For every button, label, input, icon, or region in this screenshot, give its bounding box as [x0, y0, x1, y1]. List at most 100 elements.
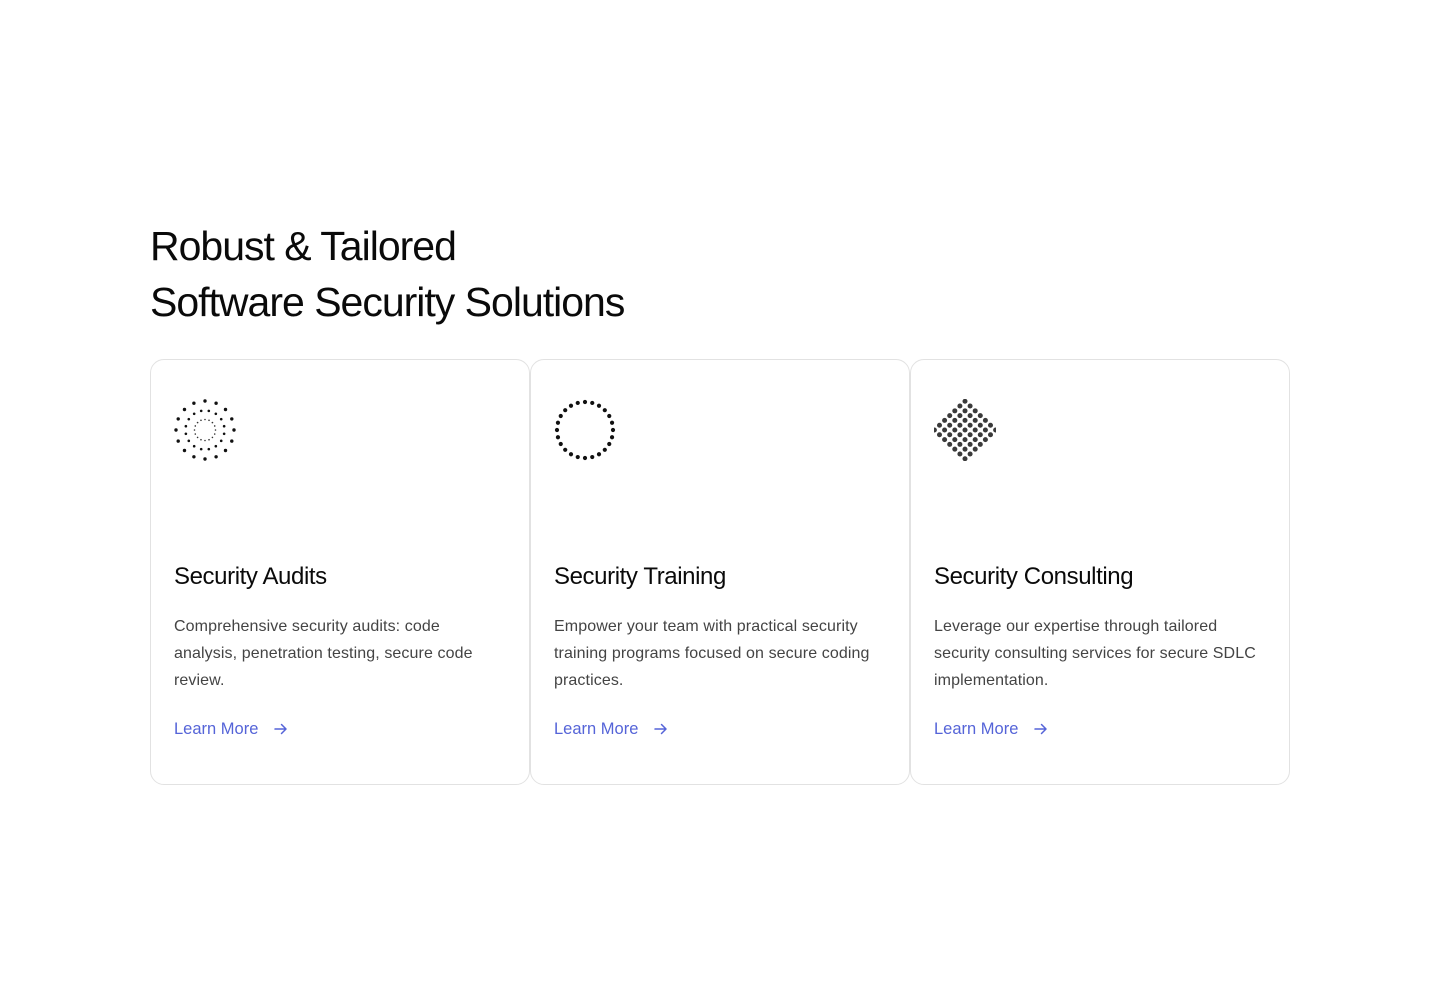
learn-more-link[interactable]: Learn More: [934, 717, 1049, 741]
icon-dot: [957, 413, 963, 419]
icon-dot: [207, 409, 211, 413]
card-title: Security Training: [554, 563, 726, 590]
icon-dot: [962, 437, 968, 443]
learn-more-label: Learn More: [174, 720, 259, 738]
icon-dot: [199, 447, 203, 451]
icon-dot: [194, 425, 197, 427]
icon-dot: [602, 447, 607, 452]
icon-dot: [174, 428, 178, 432]
arrow-right-icon: [274, 723, 288, 735]
icon-dot: [200, 419, 202, 422]
icon-dot: [957, 451, 963, 457]
icon-dot: [972, 417, 978, 423]
icon-dot: [952, 427, 958, 433]
icon-dot: [182, 448, 187, 453]
icon-dot: [575, 400, 580, 406]
icon-dot: [208, 438, 210, 441]
icon-dot: [555, 435, 561, 440]
icon-dot: [988, 422, 993, 428]
icon-dot: [962, 417, 968, 423]
icon-dot: [196, 436, 199, 439]
icon-dot: [207, 447, 211, 451]
icon-dot: [213, 425, 216, 427]
icon-dot: [942, 427, 948, 433]
icon-dot: [957, 403, 963, 409]
card-security-consulting: Security Consulting Leverage our experti…: [910, 359, 1290, 785]
heading-line-2: Software Security Solutions: [150, 279, 625, 325]
icon-dot: [982, 437, 988, 443]
icon-dot: [942, 437, 948, 443]
icon-dot: [555, 420, 561, 425]
services-section: Robust & Tailored Software Security Solu…: [150, 218, 1290, 785]
icon-dot: [208, 419, 210, 422]
icon-dot: [962, 446, 968, 452]
icon-dot: [977, 432, 983, 438]
icon-dot: [204, 418, 206, 421]
learn-more-link[interactable]: Learn More: [554, 717, 669, 741]
icon-dot: [982, 427, 988, 433]
icon-dot: [596, 452, 602, 457]
icon-dot: [211, 421, 214, 424]
icon-dot: [957, 432, 963, 438]
card-security-training: Security Training Empower your team with…: [530, 359, 910, 785]
icon-dot: [947, 432, 953, 438]
icon-dot: [192, 444, 196, 448]
icon-dot: [196, 421, 199, 424]
dotted-circle-icon: [554, 399, 616, 461]
icon-dot: [214, 401, 218, 405]
icon-dot: [558, 441, 563, 447]
card-description: Empower your team with practical securit…: [554, 618, 870, 689]
icon-dot: [957, 422, 963, 428]
icon-dot: [942, 417, 948, 423]
icon-dot: [214, 444, 218, 448]
icon-dot: [967, 441, 973, 447]
card-security-audits: Security Audits Comprehensive security a…: [150, 359, 530, 785]
learn-more-link[interactable]: Learn More: [174, 717, 289, 741]
icon-dot: [590, 400, 595, 406]
dotted-rings-icon: [174, 399, 236, 461]
icon-dot: [558, 413, 563, 419]
icon-dot: [952, 417, 958, 423]
section-heading: Robust & Tailored Software Security Solu…: [150, 218, 1290, 330]
icon-dot: [947, 413, 953, 419]
learn-more-label: Learn More: [934, 720, 1019, 738]
icon-dot: [609, 435, 615, 440]
icon-dot: [230, 439, 234, 443]
icon-dot: [610, 427, 616, 433]
icon-dot: [219, 417, 223, 421]
icon-dot: [203, 457, 207, 461]
icon-dot: [972, 427, 978, 433]
icon-dot: [230, 417, 234, 421]
icon-dot: [962, 427, 968, 433]
icon-dot: [993, 427, 996, 433]
icon-dot: [214, 412, 218, 416]
icon-dot: [182, 407, 187, 412]
icon-dot: [214, 429, 217, 431]
icon-dot: [223, 448, 228, 453]
icon-dot: [219, 439, 223, 443]
icon-dot: [609, 420, 615, 425]
icon-dot: [967, 451, 973, 457]
icon-dot: [568, 403, 574, 408]
icon-dot: [203, 399, 207, 403]
icon-dot: [937, 432, 942, 438]
card-title: Security Audits: [174, 563, 327, 590]
icon-dot: [934, 427, 937, 433]
icon-dot: [596, 403, 602, 408]
card-description: Comprehensive security audits: code anal…: [174, 618, 473, 689]
icon-dot: [200, 438, 202, 441]
icon-dot: [193, 429, 196, 431]
card-title: Security Consulting: [934, 563, 1134, 590]
icon-dot: [176, 417, 180, 421]
icon-dot: [176, 439, 180, 443]
icon-dot: [952, 408, 958, 414]
icon-dot: [947, 441, 953, 447]
icon-dot: [214, 455, 218, 459]
icon-dot: [607, 441, 612, 447]
icon-dot: [947, 422, 953, 428]
icon-dot: [232, 428, 236, 432]
icon-dot: [563, 408, 568, 413]
icon-dot: [988, 432, 993, 438]
icon-dot: [582, 399, 588, 405]
icon-dot: [967, 422, 973, 428]
